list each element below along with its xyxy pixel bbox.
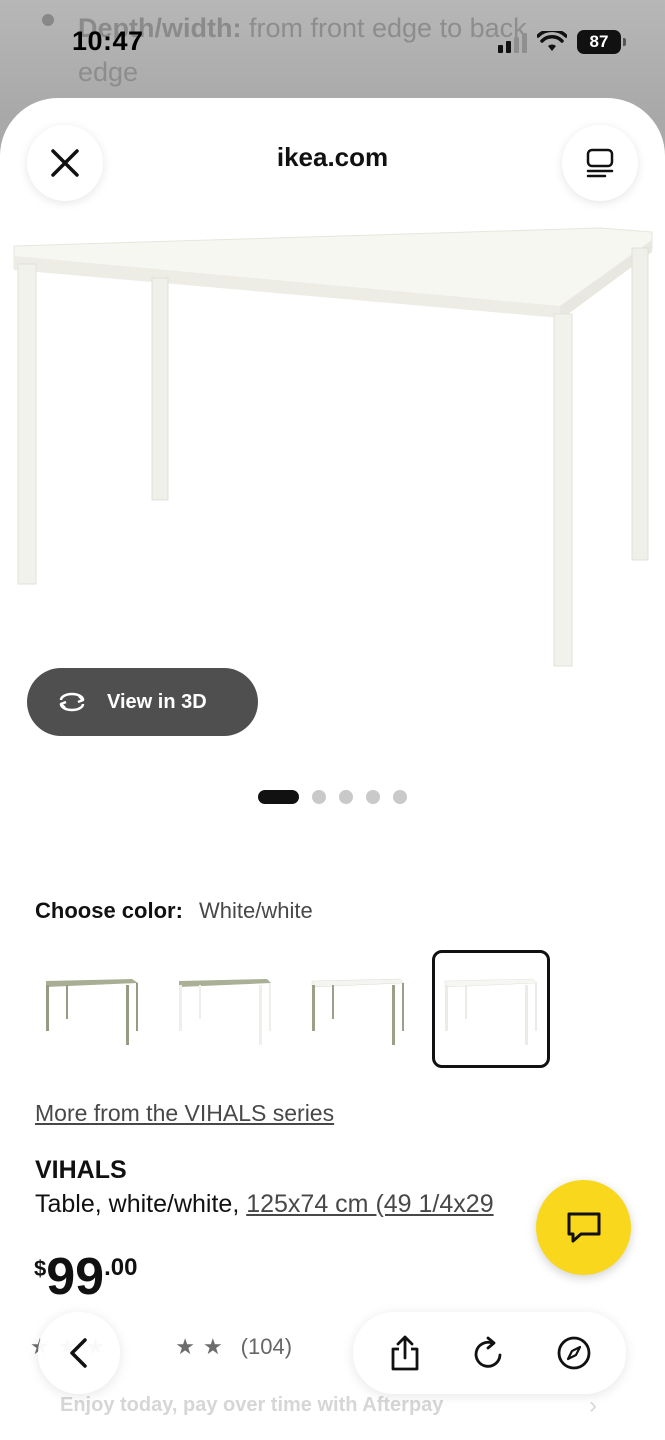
table-thumbnail (444, 978, 538, 1045)
color-selector-heading: Choose color: White/white (35, 898, 313, 924)
review-count: (104) (240, 1334, 293, 1359)
color-value: White/white (199, 898, 313, 923)
chat-icon (567, 1212, 600, 1242)
bullet-dot (42, 14, 54, 26)
compass-icon (557, 1336, 591, 1370)
chat-button[interactable] (536, 1180, 631, 1275)
star-icon: ★ (175, 1334, 195, 1359)
table-thumbnail (311, 978, 405, 1045)
product-name: VIHALS (35, 1156, 127, 1184)
chevron-left-icon (70, 1338, 87, 1368)
swatch-green-green[interactable] (33, 950, 151, 1068)
status-indicators: 87 (498, 30, 626, 54)
chevron-right-icon: › (589, 1392, 597, 1419)
star-icon: ★ (202, 1334, 223, 1359)
carousel-indicator (0, 790, 665, 804)
share-icon (391, 1335, 419, 1371)
carousel-dot[interactable] (312, 790, 326, 804)
color-swatches (33, 950, 550, 1068)
background-bullet-text: Depth/width: from front edge to back edg… (78, 13, 527, 87)
carousel-dot[interactable] (366, 790, 380, 804)
color-label: Choose color: (35, 898, 183, 923)
status-time: 10:47 (72, 26, 144, 56)
price-currency: $ (34, 1256, 47, 1281)
view-in-3d-button[interactable]: View in 3D (27, 668, 258, 736)
swatch-white-green[interactable] (299, 950, 417, 1068)
table-thumbnail (179, 979, 271, 1045)
share-button[interactable] (377, 1325, 433, 1381)
reload-button[interactable] (461, 1325, 517, 1381)
tabs-button[interactable] (562, 125, 638, 201)
swatch-green-white[interactable] (166, 950, 284, 1068)
tabs-icon (586, 148, 614, 178)
wifi-icon (537, 31, 567, 51)
series-link[interactable]: More from the VIHALS series (35, 1100, 334, 1127)
signal-icon (498, 31, 527, 53)
price-decimal: .00 (104, 1254, 138, 1281)
carousel-dot[interactable] (258, 790, 299, 804)
product-description-text: Table, white/white, (35, 1190, 247, 1218)
afterpay-banner[interactable]: Enjoy today, pay over time with Afterpay (60, 1394, 443, 1417)
view-in-3d-label: View in 3D (107, 690, 207, 713)
dimensions-link[interactable]: 125x74 cm (49 1/4x29 (246, 1190, 493, 1218)
browser-sheet: ikea.com View in 3D Choose color: White/… (0, 98, 665, 1440)
compass-button[interactable] (546, 1325, 602, 1381)
carousel-dot[interactable] (339, 790, 353, 804)
reload-icon (475, 1336, 502, 1368)
table-thumbnail (46, 979, 138, 1045)
product-price: $ 99 .00 (34, 1248, 137, 1306)
carousel-dot[interactable] (393, 790, 407, 804)
product-description: Table, white/white, 125x74 cm (49 1/4x29 (35, 1190, 595, 1219)
swatch-white-white[interactable] (432, 950, 550, 1068)
browser-toolbar (353, 1312, 626, 1394)
battery-icon: 87 (577, 30, 626, 54)
rotate-3d-icon (59, 692, 85, 712)
back-button[interactable] (38, 1312, 120, 1394)
price-main: 99 (46, 1248, 105, 1306)
